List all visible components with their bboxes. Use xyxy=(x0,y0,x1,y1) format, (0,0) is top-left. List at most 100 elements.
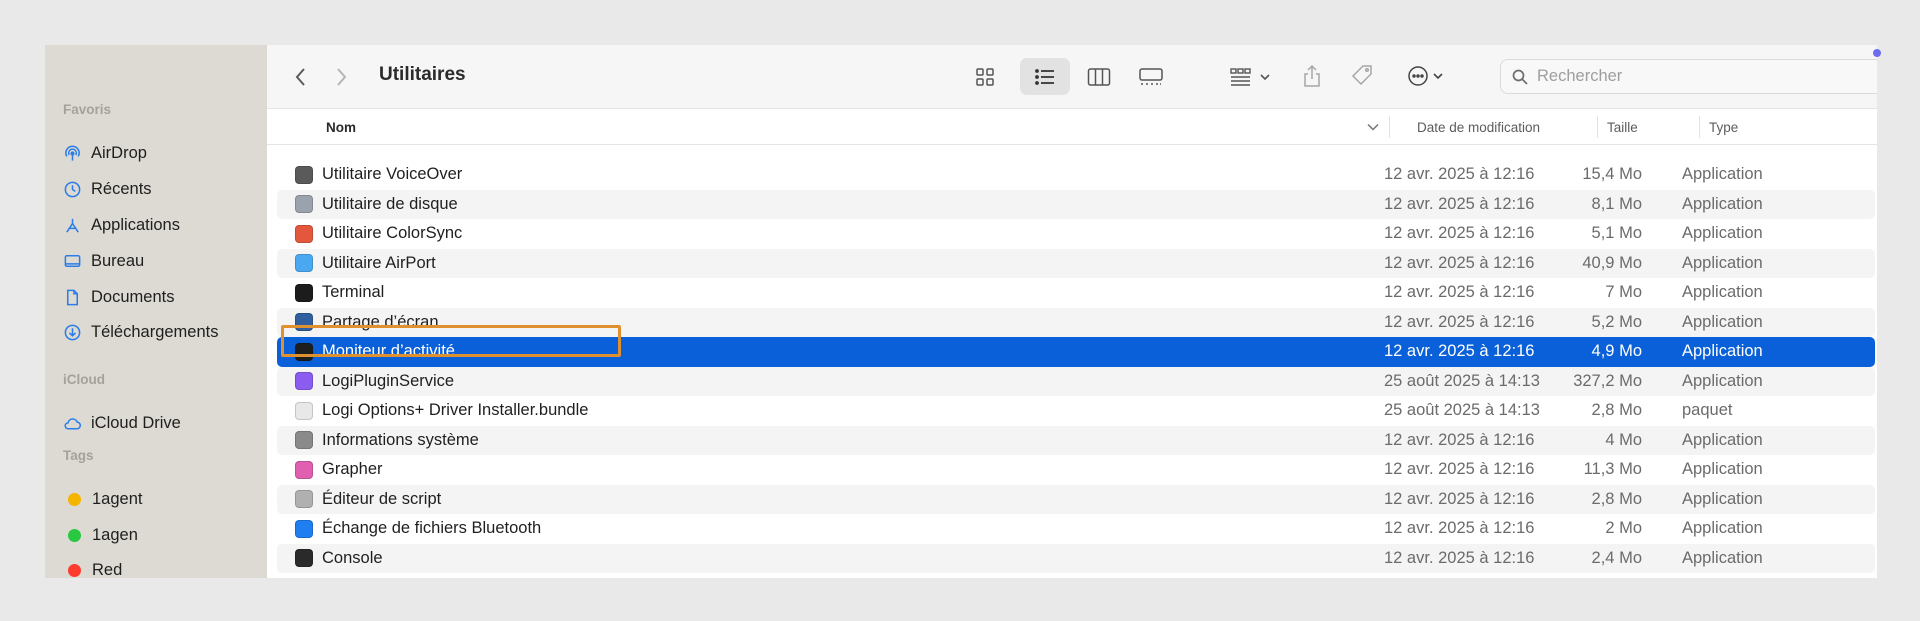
app-icon xyxy=(295,401,313,420)
file-date: 12 avr. 2025 à 12:16 xyxy=(1384,519,1535,538)
column-divider[interactable] xyxy=(1597,116,1598,138)
file-size: 7 Mo xyxy=(1605,283,1642,302)
sidebar-item-airdrop[interactable]: AirDrop xyxy=(63,138,147,168)
file-row[interactable]: Console 12 avr. 2025 à 12:16 2,4 Mo Applica… xyxy=(277,543,1875,573)
file-size: 40,9 Mo xyxy=(1582,253,1642,272)
more-actions-button[interactable] xyxy=(1400,60,1450,92)
desktop-icon xyxy=(63,252,82,271)
file-row[interactable]: LogiPluginService 25 août 2025 à 14:13 327… xyxy=(277,366,1875,396)
file-row[interactable]: Configuration audio et MIDI12 avr. 2025 … xyxy=(277,573,1875,578)
file-list: Utilitaire VoiceOver 12 avr. 2025 à 12:16… xyxy=(267,149,1877,578)
chevron-right-icon xyxy=(337,68,347,86)
gallery-icon xyxy=(1139,68,1163,85)
file-size: 15,4 Mo xyxy=(1582,165,1642,184)
sidebar-item-bureau[interactable]: Bureau xyxy=(63,246,144,276)
sidebar-tag-1agen[interactable]: 1agen xyxy=(63,520,138,550)
forward-button[interactable] xyxy=(329,65,353,89)
file-row[interactable]: Échange de fichiers Bluetooth 12 avr. 202… xyxy=(277,514,1875,544)
file-row[interactable]: Logi Options+ Driver Installer.bundle 25 … xyxy=(277,396,1875,426)
sidebar-item-label: Documents xyxy=(91,287,175,306)
sidebar-section-tags: Tags xyxy=(63,448,94,463)
file-date: 12 avr. 2025 à 12:16 xyxy=(1384,253,1535,272)
column-header-name[interactable]: Nom xyxy=(326,109,356,145)
file-name: Utilitaire AirPort xyxy=(322,253,436,272)
file-row[interactable]: Utilitaire ColorSync 12 avr. 2025 à 12:16… xyxy=(277,219,1875,249)
file-type: Application xyxy=(1682,224,1763,243)
file-name: Utilitaire ColorSync xyxy=(322,224,463,243)
sidebar-item-label: Récents xyxy=(91,179,152,198)
file-size: 5,1 Mo xyxy=(1591,224,1642,243)
share-button[interactable] xyxy=(1297,59,1327,93)
tag-button[interactable] xyxy=(1347,59,1377,93)
applications-icon xyxy=(63,216,82,235)
app-icon xyxy=(295,313,313,332)
app-icon xyxy=(295,224,313,243)
file-size: 327,2 Mo xyxy=(1573,371,1642,390)
airdrop-icon xyxy=(63,144,82,163)
sidebar-item-downloads[interactable]: Téléchargements xyxy=(63,317,218,347)
sort-descending-icon[interactable] xyxy=(1367,123,1379,131)
sidebar: Favoris AirDrop Récents Applications Bur… xyxy=(45,45,267,578)
file-type: Application xyxy=(1682,519,1763,538)
file-date: 12 avr. 2025 à 12:16 xyxy=(1384,283,1535,302)
tag-icon xyxy=(1351,65,1372,86)
app-icon xyxy=(295,165,313,184)
sidebar-tag-red[interactable]: Red xyxy=(63,555,122,578)
group-by-button[interactable] xyxy=(1225,61,1275,93)
sidebar-item-label: Téléchargements xyxy=(91,322,219,341)
file-row[interactable]: Utilitaire de disque 12 avr. 2025 à 12:16… xyxy=(277,189,1875,219)
column-header-type[interactable]: Type xyxy=(1709,109,1738,145)
sidebar-item-documents[interactable]: Documents xyxy=(63,282,174,312)
file-date: 12 avr. 2025 à 12:16 xyxy=(1384,430,1535,449)
search-field[interactable]: Rechercher xyxy=(1500,59,1877,94)
file-date: 12 avr. 2025 à 12:16 xyxy=(1384,460,1535,479)
clock-icon xyxy=(63,180,82,199)
sidebar-item-label: 1agent xyxy=(92,489,143,508)
file-row[interactable]: Moniteur d’activité 12 avr. 2025 à 12:16 4… xyxy=(277,337,1875,367)
tag-color-dot xyxy=(68,563,81,577)
file-name: Console xyxy=(322,548,383,567)
chevron-left-icon xyxy=(295,68,305,86)
app-icon xyxy=(295,490,313,509)
sidebar-item-label: iCloud Drive xyxy=(91,413,181,432)
file-date: 12 avr. 2025 à 12:16 xyxy=(1384,194,1535,213)
sidebar-item-icloud-drive[interactable]: iCloud Drive xyxy=(63,408,181,438)
sidebar-item-label: Bureau xyxy=(91,251,145,270)
chevron-down-icon xyxy=(1260,74,1270,81)
file-row[interactable]: Partage d’écran 12 avr. 2025 à 12:16 5,2 M… xyxy=(277,307,1875,337)
file-row[interactable]: Terminal 12 avr. 2025 à 12:16 7 Mo Applicat… xyxy=(277,278,1875,308)
file-size: 11,3 Mo xyxy=(1583,460,1642,479)
view-icons-button[interactable] xyxy=(968,61,1002,93)
file-date: 12 avr. 2025 à 12:16 xyxy=(1384,489,1535,508)
column-header-size[interactable]: Taille xyxy=(1607,109,1638,145)
file-row[interactable]: Utilitaire VoiceOver 12 avr. 2025 à 12:16… xyxy=(277,160,1875,190)
view-list-button[interactable] xyxy=(1020,58,1070,95)
app-icon xyxy=(295,460,313,479)
status-dot xyxy=(1873,49,1881,57)
app-icon xyxy=(295,431,313,450)
file-size: 2,4 Mo xyxy=(1591,548,1642,567)
file-type: Application xyxy=(1682,489,1763,508)
column-divider[interactable] xyxy=(1699,116,1700,138)
file-type: Application xyxy=(1682,165,1763,184)
file-row[interactable]: Grapher 12 avr. 2025 à 12:16 11,3 Mo Applic… xyxy=(277,455,1875,485)
sidebar-tag-1agent[interactable]: 1agent xyxy=(63,484,142,514)
file-row[interactable]: Utilitaire AirPort 12 avr. 2025 à 12:16 40… xyxy=(277,248,1875,278)
file-date: 12 avr. 2025 à 12:16 xyxy=(1384,224,1535,243)
column-header-date[interactable]: Date de modification xyxy=(1417,109,1540,145)
column-header: Nom Date de modification Taille Type xyxy=(267,109,1877,145)
view-columns-button[interactable] xyxy=(1082,61,1116,93)
file-name: Informations système xyxy=(322,430,479,449)
file-row[interactable]: Informations système 12 avr. 2025 à 12:16… xyxy=(277,425,1875,455)
file-row[interactable]: Éditeur de script 12 avr. 2025 à 12:16 2,8… xyxy=(277,484,1875,514)
grid-icon xyxy=(976,68,994,86)
view-gallery-button[interactable] xyxy=(1133,61,1169,93)
file-name: LogiPluginService xyxy=(322,371,455,390)
file-type: Application xyxy=(1682,194,1763,213)
tag-color-dot xyxy=(68,492,81,506)
sidebar-item-applications[interactable]: Applications xyxy=(63,210,180,240)
sidebar-section-favorites: Favoris xyxy=(63,102,112,117)
back-button[interactable] xyxy=(289,65,313,89)
column-divider[interactable] xyxy=(1389,116,1390,138)
sidebar-item-recents[interactable]: Récents xyxy=(63,174,152,204)
